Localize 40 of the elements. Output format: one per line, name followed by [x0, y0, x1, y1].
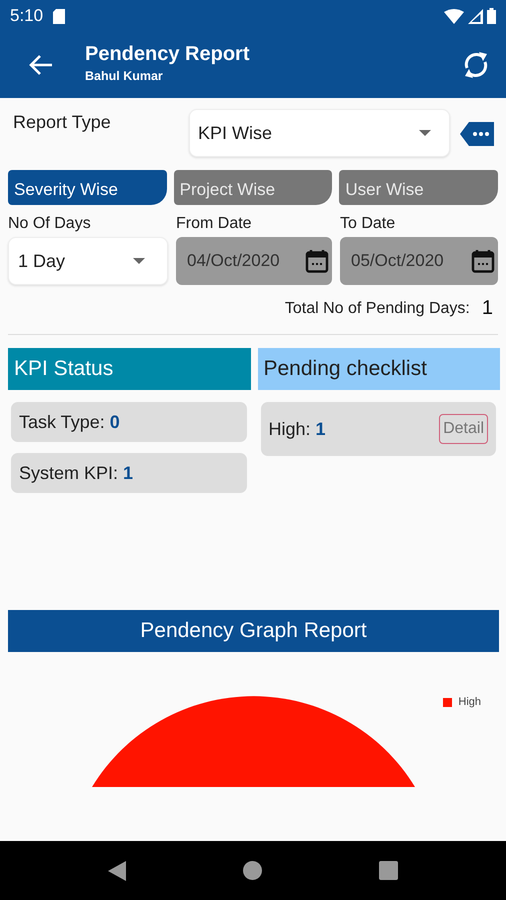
kpi-status-header: KPI Status [8, 348, 250, 390]
app-title: Pendency Report [85, 43, 250, 66]
tab[interactable]: User Wise [339, 170, 498, 205]
legend-label: High [458, 696, 481, 708]
signal-icon [468, 8, 483, 24]
status-time: 5:10 [10, 6, 44, 26]
checklist-value: 1 [316, 418, 326, 440]
tab[interactable]: Severity Wise [8, 170, 167, 205]
user-name: Bahul Kumar [85, 69, 164, 83]
report-type-label: Report Type [13, 112, 112, 133]
to-date-label: To Date [340, 215, 396, 233]
from-date-label: From Date [176, 215, 253, 233]
detail-button[interactable]: Detail [439, 414, 488, 444]
kpi-value: 1 [123, 462, 134, 484]
from-date-field[interactable]: 04/Oct/2020 [176, 237, 332, 285]
calendar-icon [305, 249, 329, 273]
kpi-label: System KPI: [19, 462, 118, 484]
report-type-dropdown[interactable]: KPI Wise [189, 109, 450, 157]
dropdown-caret-icon [419, 130, 431, 136]
recents-icon[interactable] [378, 861, 398, 880]
total-pending-days-value: 1 [482, 297, 493, 320]
checklist-label: High: [268, 418, 311, 440]
tag-icon[interactable] [460, 122, 494, 146]
sd-card-icon [53, 8, 66, 24]
wifi-icon [444, 8, 464, 24]
dropdown-caret-icon [133, 258, 145, 264]
back-arrow-icon [28, 54, 54, 76]
kpi-label: Task Type: [19, 412, 105, 432]
graph-header: Pendency Graph Report [8, 610, 499, 652]
to-date-field[interactable]: 05/Oct/2020 [340, 237, 498, 285]
back-icon[interactable] [108, 860, 126, 880]
pending-checklist-header: Pending checklist [258, 348, 500, 390]
battery-icon [487, 8, 496, 24]
calendar-icon [471, 249, 495, 273]
days-label: No Of Days [8, 215, 92, 233]
home-icon[interactable] [242, 861, 262, 880]
kpi-value: 0 [110, 412, 120, 432]
tab[interactable]: Project Wise [174, 170, 332, 205]
days-dropdown[interactable]: 1 Day [8, 237, 168, 285]
total-pending-days-label: Total No of Pending Days: [284, 300, 470, 318]
